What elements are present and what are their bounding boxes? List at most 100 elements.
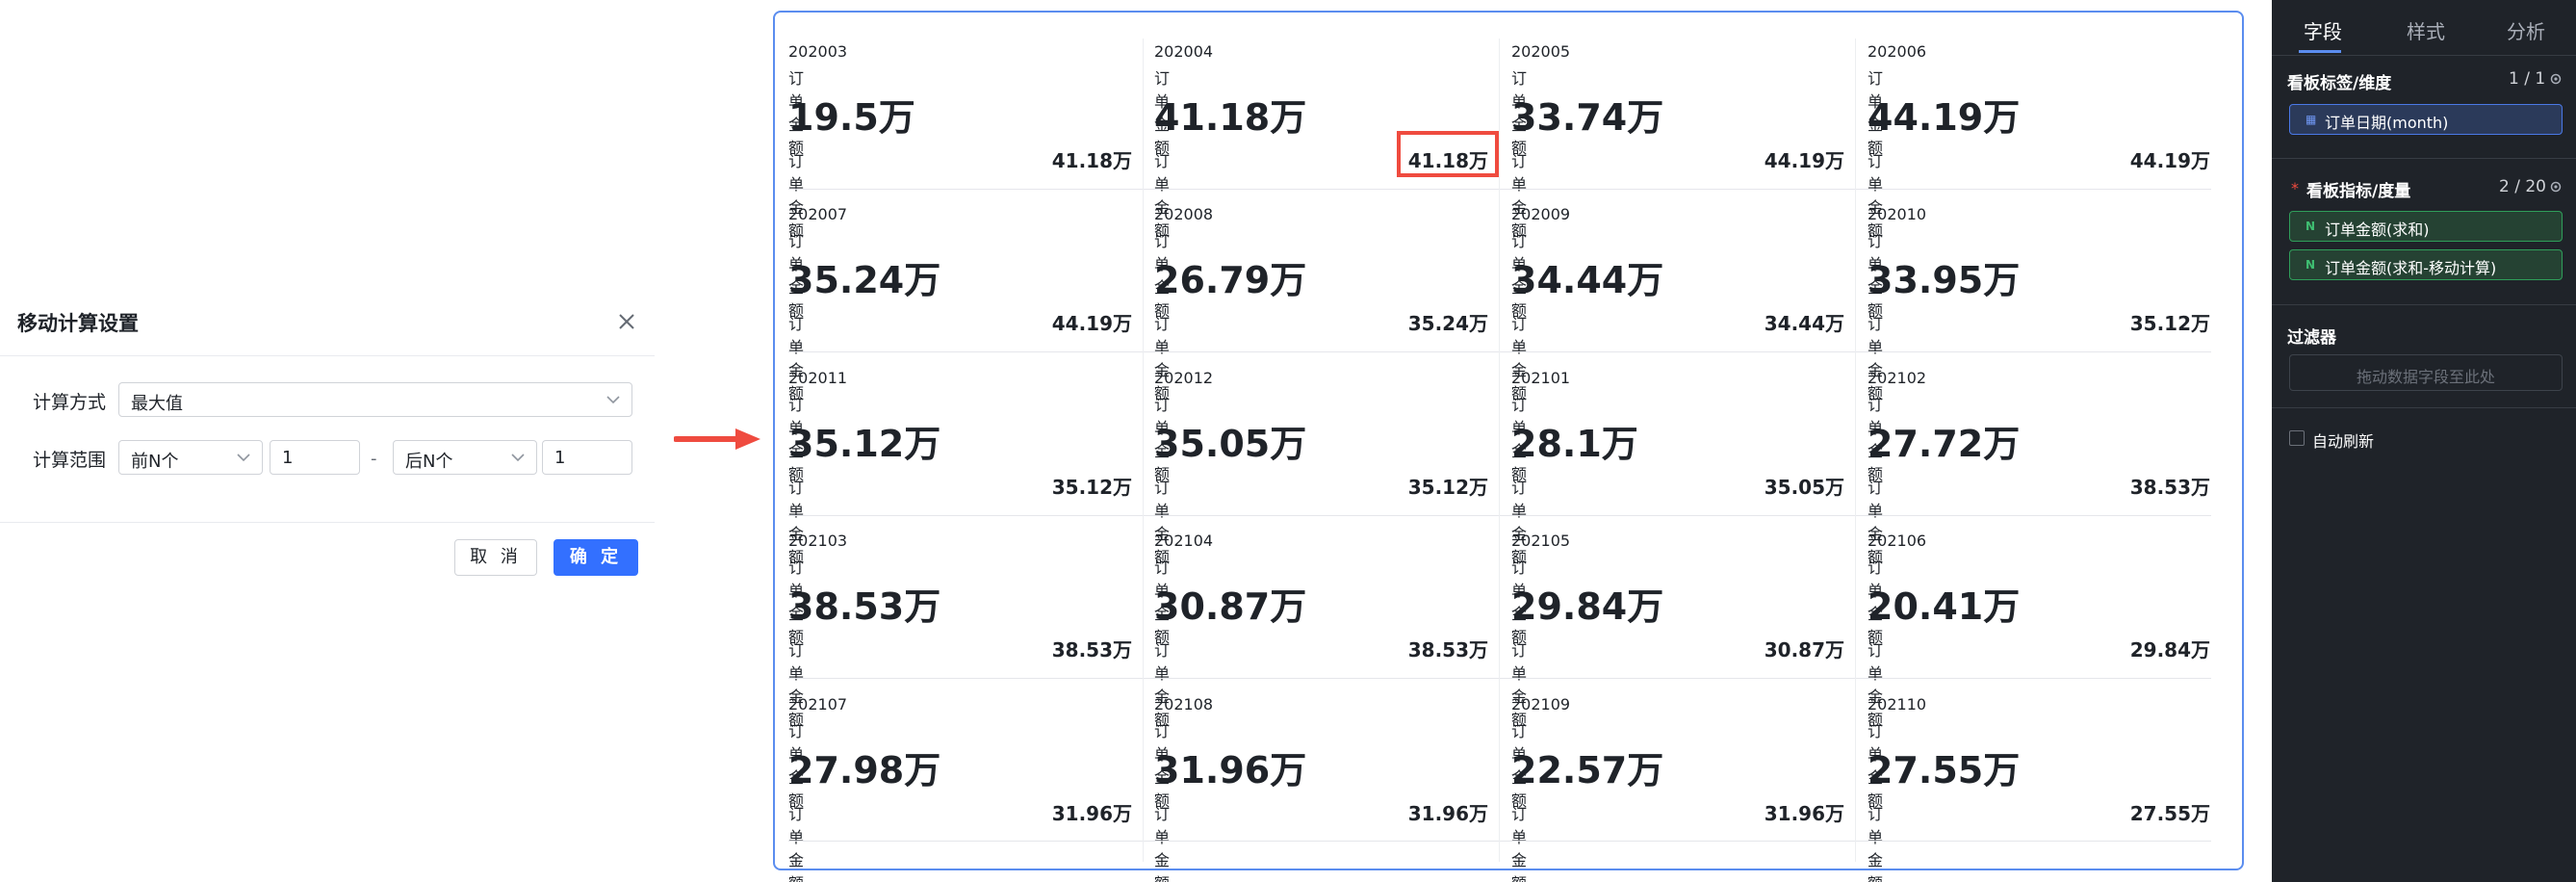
card-sub-label: 订单金额 [1154, 315, 1171, 402]
card-sub-label: 订单金额 [788, 152, 805, 240]
auto-refresh-checkbox[interactable] [2289, 430, 2305, 446]
card-period: 202109 [1511, 695, 1571, 713]
card-main-value: 41.18万 [1154, 96, 1307, 139]
tab-style[interactable]: 样式 [2407, 16, 2445, 44]
card-main-value: 19.5万 [788, 96, 915, 139]
range-before-select[interactable]: 前N个 [118, 440, 263, 475]
measure-chip[interactable]: N 订单金额(求和) [2289, 211, 2563, 242]
range-after-select[interactable]: 后N个 [393, 440, 537, 475]
column-divider [1499, 39, 1500, 862]
card-main-value: 26.79万 [1154, 259, 1307, 301]
card-period: 202108 [1154, 695, 1214, 713]
close-icon[interactable] [614, 309, 639, 334]
dimension-count: 1 / 1 [2509, 69, 2546, 89]
card-main-value: 20.41万 [1868, 585, 2021, 628]
card-sub-value: 35.12万 [1407, 476, 1488, 499]
filter-dropzone[interactable]: 拖动数据字段至此处 [2289, 354, 2563, 391]
tab-analysis[interactable]: 分析 [2507, 16, 2545, 44]
ok-button[interactable]: 确 定 [554, 539, 638, 576]
gear-icon[interactable] [2549, 72, 2563, 86]
card-period: 202007 [788, 205, 848, 223]
card-sub-label: 订单金额 [1154, 479, 1171, 566]
number-icon: N [2306, 220, 2316, 233]
row-divider [788, 515, 2211, 516]
arrow-right-icon [674, 428, 760, 450]
highlight-box [1397, 131, 1499, 177]
range-dash: - [371, 449, 377, 469]
range-before-input[interactable] [270, 440, 360, 475]
dialog-footer-divider [0, 522, 655, 523]
card-sub-label: 订单金额 [1154, 641, 1171, 729]
metric-board [773, 11, 2244, 870]
card-main-value: 31.96万 [1154, 749, 1307, 791]
row-divider [788, 351, 2211, 352]
card-sub-value: 38.53万 [1051, 638, 1132, 662]
card-sub-label: 订单金额 [1511, 641, 1528, 729]
chevron-down-icon [237, 454, 250, 462]
card-period: 202102 [1868, 369, 1927, 387]
card-sub-label: 订单金额 [1511, 479, 1528, 566]
card-main-value: 27.98万 [788, 749, 941, 791]
calc-method-select[interactable]: 最大值 [118, 382, 632, 417]
auto-refresh-label: 自动刷新 [2312, 432, 2375, 451]
dimension-chip[interactable]: ▦ 订单日期(month) [2289, 104, 2563, 135]
dimension-chip-label: 订单日期(month) [2325, 114, 2449, 132]
screen: 移动计算设置 计算方式 最大值 计算范围 前N个 - 后N个 取 消 确 定 2… [0, 0, 2576, 882]
card-sub-label: 订单金额 [1868, 152, 1884, 240]
card-main-value: 35.05万 [1154, 423, 1307, 465]
card-period: 202110 [1868, 695, 1927, 713]
panel-divider [2272, 304, 2576, 305]
column-divider [1143, 39, 1144, 862]
dimension-section-title: 看板标签/维度 [2287, 74, 2392, 93]
filter-section-title: 过滤器 [2287, 328, 2336, 348]
card-period: 202003 [788, 42, 848, 61]
card-main-value: 27.55万 [1868, 749, 2021, 791]
card-main-value: 34.44万 [1511, 259, 1664, 301]
calc-method-value: 最大值 [131, 394, 183, 414]
card-period: 202006 [1868, 42, 1927, 61]
range-after-select-value: 后N个 [405, 452, 453, 472]
row-divider [788, 841, 2211, 842]
panel-divider [2272, 407, 2576, 408]
cancel-button[interactable]: 取 消 [454, 539, 537, 576]
card-main-value: 33.95万 [1868, 259, 2021, 301]
card-sub-value: 31.96万 [1407, 802, 1488, 825]
card-main-value: 35.12万 [788, 423, 941, 465]
card-sub-label: 订单金额 [1868, 479, 1884, 566]
card-sub-value: 38.53万 [2129, 476, 2210, 499]
measure-chip[interactable]: N 订单金额(求和-移动计算) [2289, 249, 2563, 280]
card-period: 202105 [1511, 532, 1571, 550]
range-after-input[interactable] [542, 440, 632, 475]
card-sub-value: 34.44万 [1764, 312, 1844, 335]
card-sub-value: 35.05万 [1764, 476, 1844, 499]
dialog-title: 移动计算设置 [17, 312, 139, 335]
gear-icon[interactable] [2549, 180, 2563, 194]
card-period: 202107 [788, 695, 848, 713]
measure-chip-label: 订单金额(求和-移动计算) [2325, 259, 2497, 277]
card-sub-label: 订单金额 [1154, 152, 1171, 240]
card-main-value: 38.53万 [788, 585, 941, 628]
card-period: 202010 [1868, 205, 1927, 223]
measure-chip-label: 订单金额(求和) [2325, 220, 2430, 239]
card-sub-value: 44.19万 [1764, 149, 1844, 172]
calc-range-label: 计算范围 [33, 450, 107, 471]
number-icon: N [2306, 258, 2316, 272]
card-sub-label: 订单金额 [1511, 805, 1528, 882]
card-period: 202008 [1154, 205, 1214, 223]
card-period: 202004 [1154, 42, 1214, 61]
card-sub-value: 44.19万 [1051, 312, 1132, 335]
chevron-down-icon [606, 396, 620, 404]
card-sub-value: 30.87万 [1764, 638, 1844, 662]
card-period: 202011 [788, 369, 848, 387]
card-sub-label: 订单金额 [788, 479, 805, 566]
tab-fields[interactable]: 字段 [2304, 16, 2342, 44]
card-sub-label: 订单金额 [1511, 315, 1528, 402]
card-main-value: 44.19万 [1868, 96, 2021, 139]
moving-calc-dialog: 移动计算设置 [0, 289, 655, 578]
card-period: 202012 [1154, 369, 1214, 387]
dialog-header: 移动计算设置 [0, 289, 655, 356]
card-sub-value: 31.96万 [1764, 802, 1844, 825]
card-sub-value: 27.55万 [2129, 802, 2210, 825]
card-period: 202103 [788, 532, 848, 550]
card-sub-value: 44.19万 [2129, 149, 2210, 172]
